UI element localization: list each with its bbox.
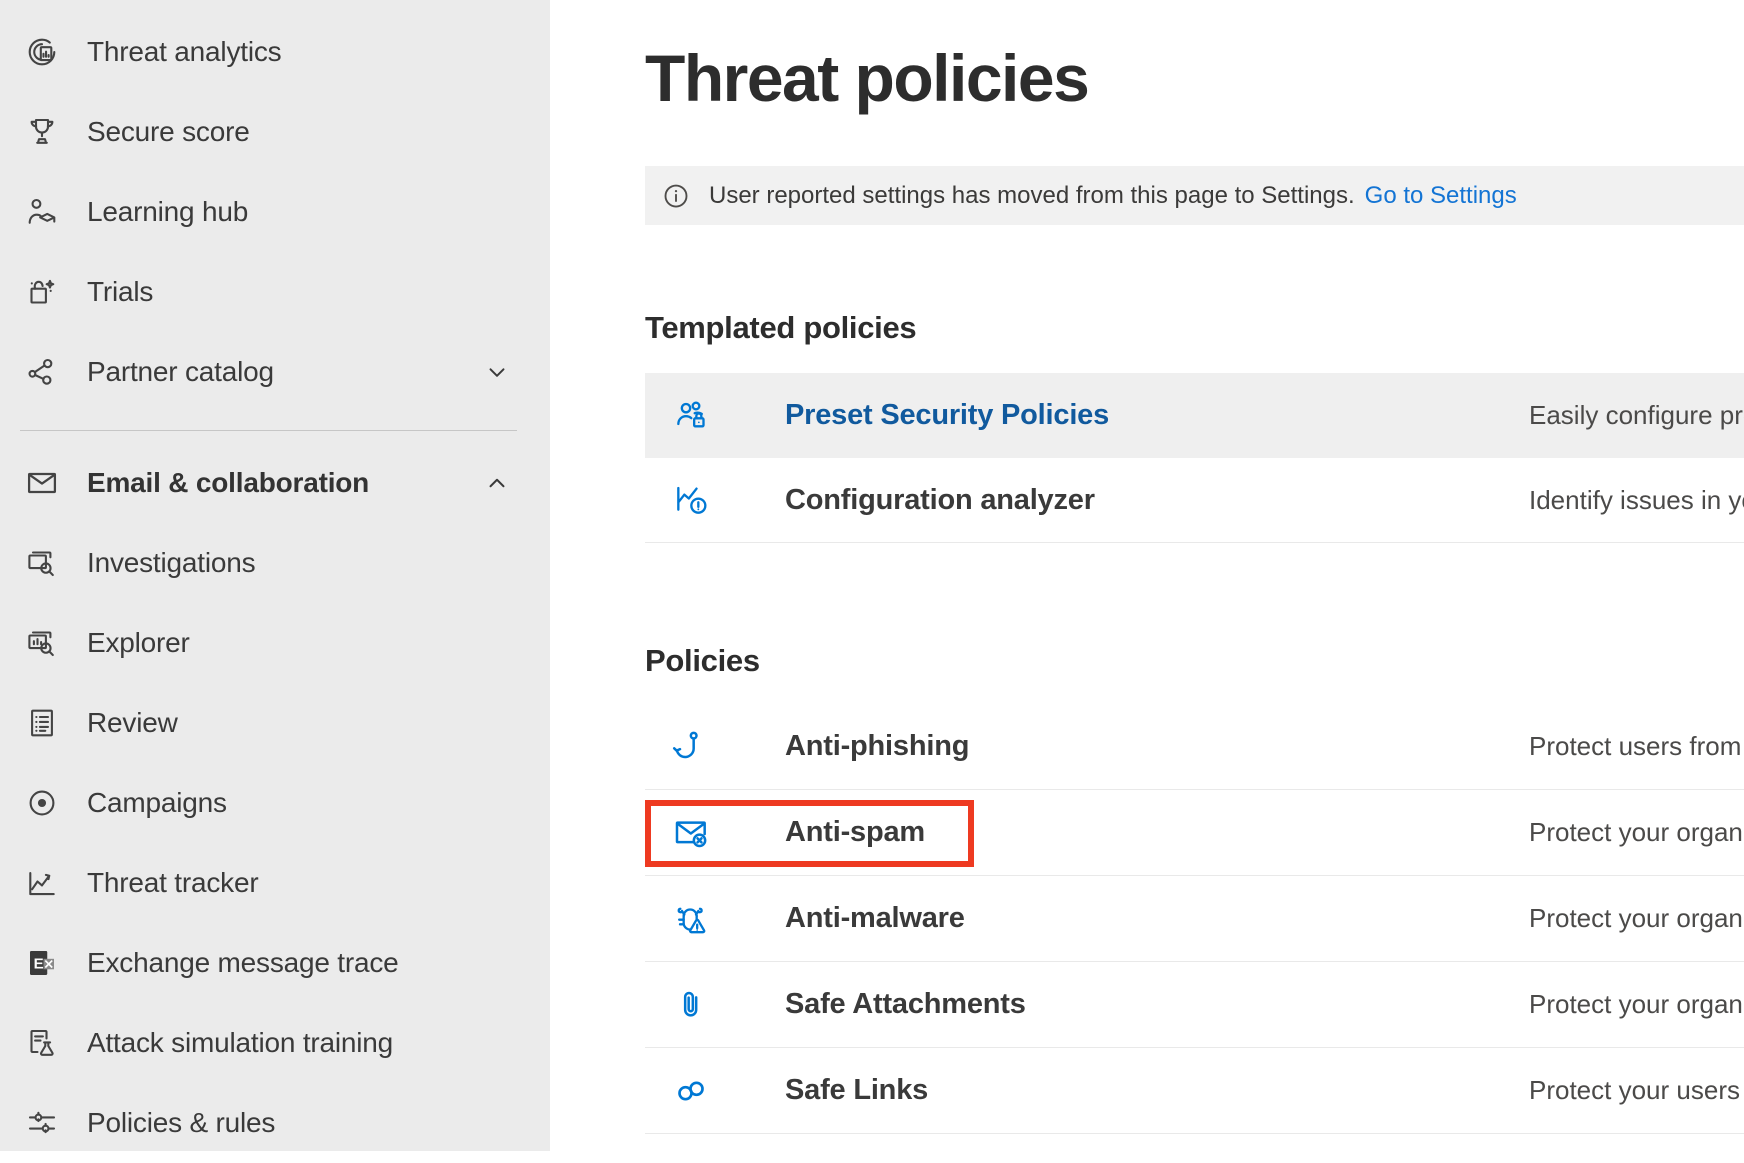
policy-row-label: Anti-malware [785,902,965,935]
sidebar-item-label: Trials [87,276,153,308]
policy-row-description: Easily configure prot [1529,400,1744,431]
policy-row-label: Configuration analyzer [785,484,1095,517]
sidebar-section-label: Email & collaboration [87,467,369,499]
sidebar-item-label: Learning hub [87,196,248,228]
sidebar-item-partner-catalog[interactable]: Partner catalog [0,332,550,412]
chevron-down-icon[interactable] [484,359,510,385]
sidebar-item-attack-simulation-training[interactable]: Attack simulation training [0,1003,550,1083]
banner-message: User reported settings has moved from th… [709,182,1355,210]
policy-row-description: Protect your organiz [1529,817,1744,848]
policy-row-label: Preset Security Policies [785,399,1109,432]
policies-list: Anti-phishing Protect users from p Anti-… [645,704,1744,1134]
threat-tracker-icon [22,863,62,903]
sidebar-item-label: Secure score [87,116,250,148]
explorer-icon [22,623,62,663]
info-icon [661,180,693,212]
campaigns-icon [22,783,62,823]
policy-row-label: Anti-phishing [785,730,969,763]
policy-row-description: Identify issues in you [1529,485,1744,516]
policy-row-preset-security-policies[interactable]: Preset Security Policies Easily configur… [645,373,1744,458]
anti-malware-icon [670,898,712,940]
review-icon [22,703,62,743]
learning-hub-icon [22,192,62,232]
sidebar-item-secure-score[interactable]: Secure score [0,92,550,172]
secure-score-icon [22,112,62,152]
configuration-analyzer-icon [670,479,712,521]
section-heading-templated-policies: Templated policies [645,310,916,346]
policy-row-label: Safe Attachments [785,988,1026,1021]
sidebar-item-campaigns[interactable]: Campaigns [0,763,550,843]
sidebar-item-learning-hub[interactable]: Learning hub [0,172,550,252]
policy-row-safe-attachments[interactable]: Safe Attachments Protect your organiz [645,962,1744,1048]
go-to-settings-link[interactable]: Go to Settings [1365,182,1517,210]
anti-phishing-icon [670,726,712,768]
sidebar-item-label: Policies & rules [87,1107,275,1139]
sidebar-item-threat-analytics[interactable]: Threat analytics [0,12,550,92]
exchange-message-trace-icon: E [22,943,62,983]
sidebar-item-label: Campaigns [87,787,227,819]
sidebar-item-exchange-message-trace[interactable]: E Exchange message trace [0,923,550,1003]
policy-row-anti-phishing[interactable]: Anti-phishing Protect users from p [645,704,1744,790]
sidebar-item-trials[interactable]: Trials [0,252,550,332]
sidebar-item-label: Explorer [87,627,190,659]
section-heading-policies: Policies [645,643,760,679]
policy-row-description: Protect users from p [1529,731,1744,762]
policy-row-label: Safe Links [785,1074,928,1107]
sidebar-item-explorer[interactable]: Explorer [0,603,550,683]
sidebar-divider [20,430,517,431]
policy-row-description: Protect your organiz [1529,989,1744,1020]
templated-policies-list: Preset Security Policies Easily configur… [645,373,1744,543]
policy-row-configuration-analyzer[interactable]: Configuration analyzer Identify issues i… [645,458,1744,543]
sidebar-section-email-collaboration[interactable]: Email & collaboration [0,443,550,523]
trials-icon [22,272,62,312]
threat-policies-page: { "sidebar": { "items_top": [ {"icon": "… [0,0,1744,1151]
anti-spam-icon [670,812,712,854]
safe-attachments-icon [670,984,712,1026]
policy-row-anti-spam[interactable]: Anti-spam Protect your organiz [645,790,1744,876]
policy-row-description: Protect your organiz [1529,903,1744,934]
policies-rules-icon [22,1103,62,1143]
sidebar-item-label: Review [87,707,178,739]
policy-row-label: Anti-spam [785,816,925,849]
sidebar-item-threat-tracker[interactable]: Threat tracker [0,843,550,923]
policy-row-description: Protect your users fr [1529,1075,1744,1106]
sidebar-item-investigations[interactable]: Investigations [0,523,550,603]
sidebar-item-label: Threat tracker [87,867,258,899]
sidebar-item-label: Threat analytics [87,36,281,68]
sidebar-item-label: Exchange message trace [87,947,399,979]
threat-analytics-icon [22,32,62,72]
left-navigation-sidebar: Threat analytics Secure score Learning h… [0,0,550,1151]
sidebar-item-review[interactable]: Review [0,683,550,763]
preset-security-policies-icon [670,395,712,437]
sidebar-item-label: Partner catalog [87,356,274,388]
svg-text:E: E [34,955,44,972]
investigations-icon [22,543,62,583]
sidebar-item-label: Attack simulation training [87,1027,393,1059]
info-banner: User reported settings has moved from th… [645,166,1744,225]
attack-simulation-training-icon [22,1023,62,1063]
email-collaboration-icon [22,463,62,503]
partner-catalog-icon [22,352,62,392]
sidebar-item-label: Investigations [87,547,255,579]
safe-links-icon [670,1070,712,1112]
policy-row-safe-links[interactable]: Safe Links Protect your users fr [645,1048,1744,1134]
chevron-up-icon[interactable] [484,470,510,496]
sidebar-item-policies-rules[interactable]: Policies & rules [0,1083,550,1163]
page-title: Threat policies [645,40,1088,116]
policy-row-anti-malware[interactable]: Anti-malware Protect your organiz [645,876,1744,962]
